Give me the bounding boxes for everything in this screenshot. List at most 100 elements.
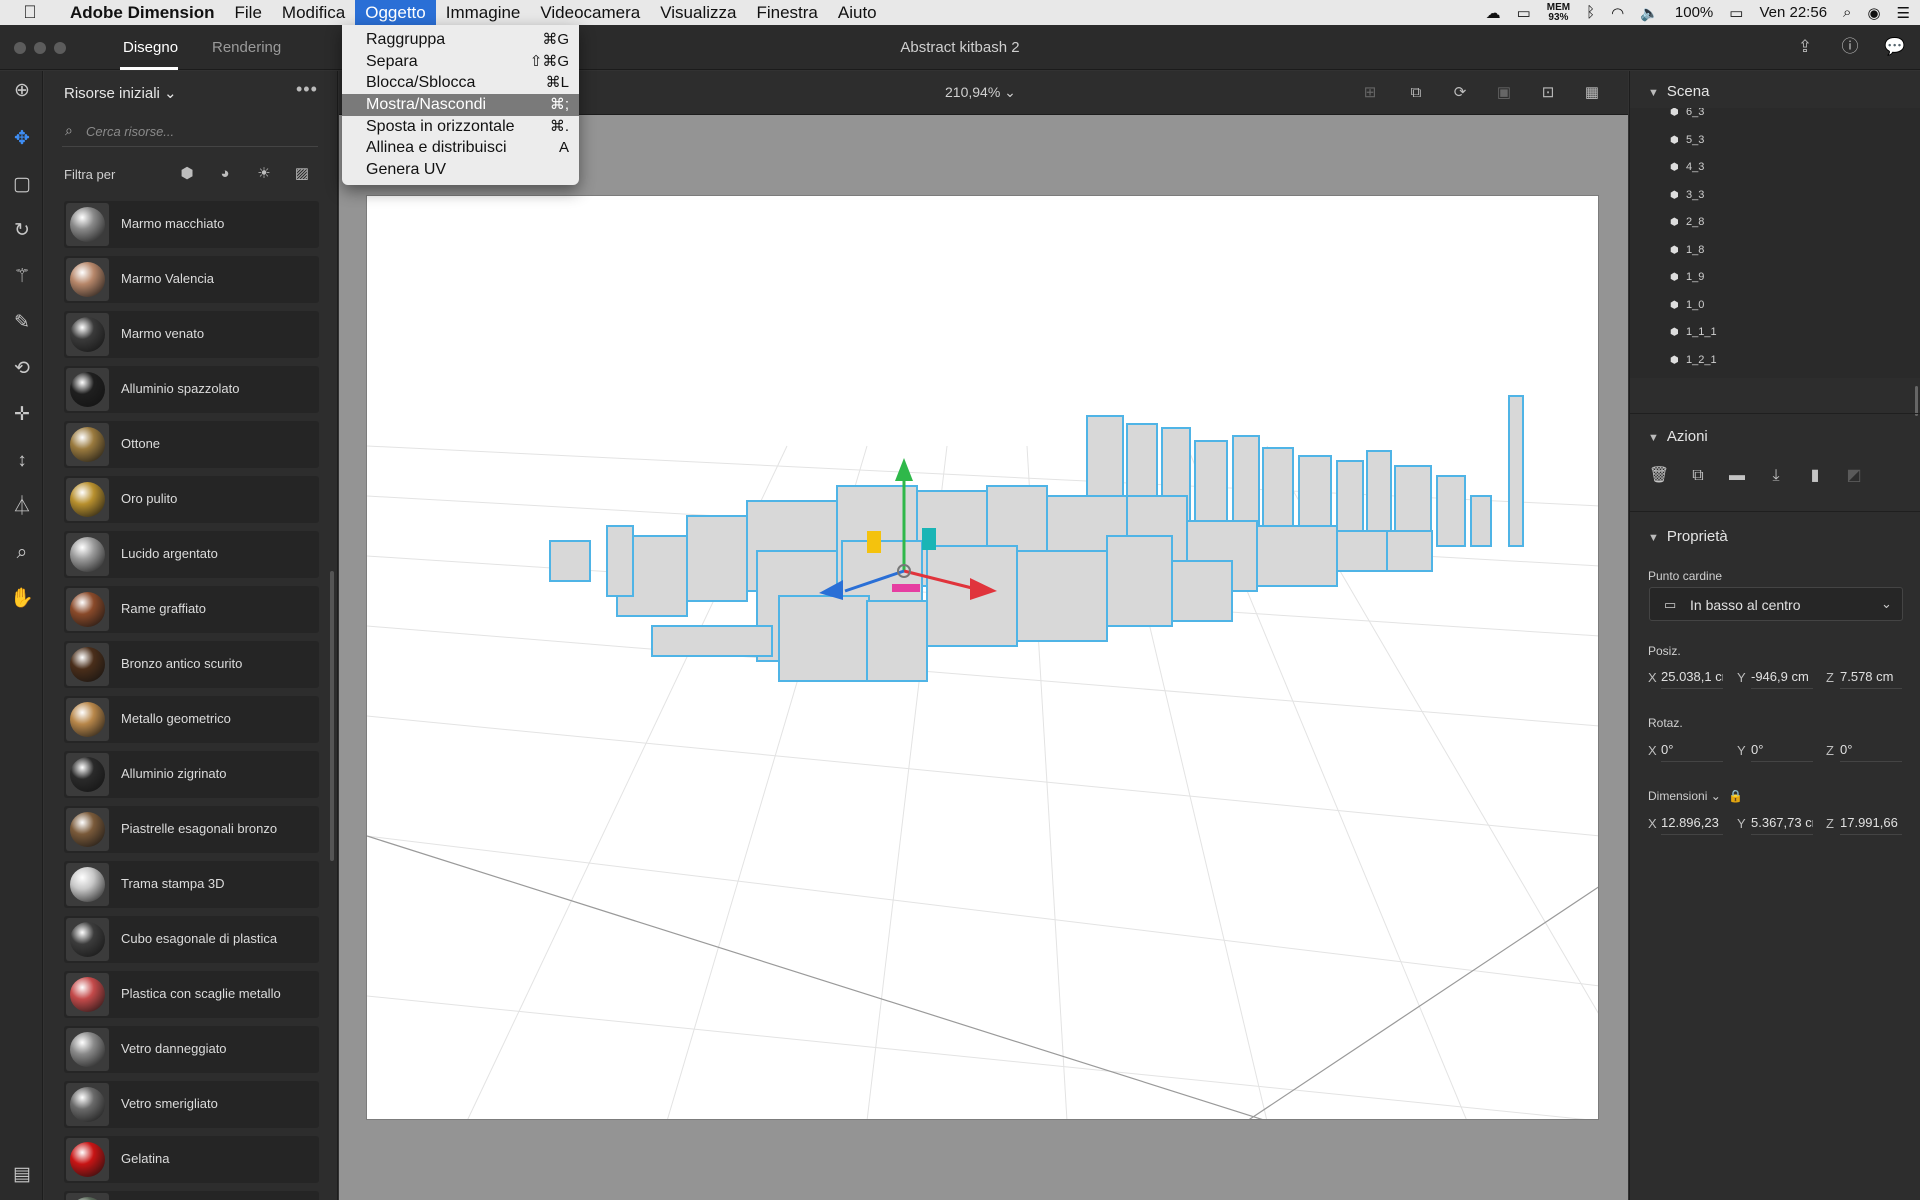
scene-item[interactable]: ⬢ 4_3	[1670, 161, 1704, 173]
snap-icon[interactable]: ⧉	[1405, 82, 1427, 104]
menu-item-blocca-sblocca[interactable]: Blocca/Sblocca ⌘L	[342, 72, 579, 94]
align-icon[interactable]: ▮	[1804, 465, 1826, 487]
clock[interactable]: Ven 22:56	[1759, 4, 1827, 21]
texture-icon[interactable]: ◩	[1843, 465, 1865, 487]
tab-render[interactable]: Rendering	[212, 39, 281, 56]
asset-item[interactable]	[64, 1191, 319, 1200]
rotation-y-field[interactable]: 0°	[1751, 742, 1813, 762]
spotlight-search-icon[interactable]: ⌕	[1843, 4, 1851, 21]
feedback-icon[interactable]: 💬	[1883, 35, 1907, 59]
delete-icon[interactable]: 🗑	[1648, 465, 1670, 487]
libraries-icon[interactable]: ▤	[8, 1161, 36, 1189]
menu-item-sposta-orizzontale[interactable]: Sposta in orizzontale ⌘.	[342, 116, 579, 138]
scene-section-header[interactable]: ▼ Scena	[1648, 83, 1709, 100]
position-y-field[interactable]: -946,9 cm	[1751, 669, 1813, 689]
menu-item-allinea-distribuisci[interactable]: Allinea e distribuisci A	[342, 137, 579, 159]
memory-indicator[interactable]: MEM 93%	[1547, 2, 1570, 23]
scene-item[interactable]: ⬢ 1_9	[1670, 271, 1704, 283]
asset-item[interactable]: Vetro danneggiato	[64, 1026, 319, 1073]
scene-scrollbar[interactable]	[1915, 386, 1918, 416]
zoom-tool-icon[interactable]: ⌕	[8, 539, 36, 567]
asset-item[interactable]: Metallo geometrico	[64, 696, 319, 743]
bluetooth-icon[interactable]: ᛒ	[1586, 4, 1595, 21]
control-center-icon[interactable]: ☰	[1897, 4, 1910, 22]
creative-cloud-icon[interactable]: ☁	[1486, 4, 1501, 22]
menu-oggetto[interactable]: Oggetto	[355, 0, 436, 25]
pan-camera-tool-icon[interactable]: ✛	[8, 401, 36, 429]
asset-item[interactable]: Marmo Valencia	[64, 256, 319, 303]
add-camera-icon[interactable]: ⊡	[1537, 82, 1559, 104]
dimension-y-field[interactable]: 5.367,73 cm	[1751, 815, 1813, 835]
asset-search-input[interactable]	[86, 119, 306, 143]
window-zoom-button[interactable]	[54, 42, 66, 54]
menu-modifica[interactable]: Modifica	[272, 0, 355, 25]
rotate-tool-icon[interactable]: ↻	[8, 217, 36, 245]
scene-item[interactable]: ⬢ 6_3	[1670, 108, 1704, 118]
render-preview-icon[interactable]: ▦	[1581, 82, 1603, 104]
group-folder-icon[interactable]: ▬	[1726, 465, 1748, 487]
menu-finestra[interactable]: Finestra	[746, 0, 827, 25]
tab-design[interactable]: Disegno	[123, 39, 178, 56]
scene-item[interactable]: ⬢ 1_1_1	[1670, 326, 1717, 338]
rotation-x-field[interactable]: 0°	[1661, 742, 1723, 762]
filter-lights-icon[interactable]: ☀	[253, 163, 275, 185]
menu-immagine[interactable]: Immagine	[436, 0, 531, 25]
volume-icon[interactable]: 🔈	[1640, 4, 1659, 22]
position-x-field[interactable]: 25.038,1 cm	[1661, 669, 1723, 689]
hand-tool-icon[interactable]: ✋	[8, 585, 36, 613]
help-icon[interactable]: ⓘ	[1838, 35, 1862, 59]
dolly-tool-icon[interactable]: ↕	[8, 447, 36, 475]
display-icon[interactable]: ▭	[1517, 4, 1531, 22]
asset-item[interactable]: Vetro smerigliato	[64, 1081, 319, 1128]
horizon-tool-icon[interactable]: ⏃	[8, 493, 36, 521]
orbit-tool-icon[interactable]: ⟲	[8, 355, 36, 383]
assets-scrollbar[interactable]	[330, 571, 334, 861]
asset-item[interactable]: Rame graffiato	[64, 586, 319, 633]
menu-file[interactable]: File	[225, 0, 272, 25]
filter-materials-icon[interactable]: ◕	[214, 163, 236, 185]
menu-visualizza[interactable]: Visualizza	[650, 0, 746, 25]
drop-to-ground-icon[interactable]: ⤓	[1765, 465, 1787, 487]
zoom-dropdown[interactable]: 210,94% ⌄	[945, 84, 1016, 101]
asset-item[interactable]: Plastica con scaglie metallo	[64, 971, 319, 1018]
dimension-x-field[interactable]: 12.896,23	[1661, 815, 1723, 835]
asset-item[interactable]: Marmo macchiato	[64, 201, 319, 248]
add-icon[interactable]: ⊕	[8, 77, 36, 105]
scene-item[interactable]: ⬢ 2_8	[1670, 216, 1704, 228]
asset-item[interactable]: Alluminio spazzolato	[64, 366, 319, 413]
dimension-z-field[interactable]: 17.991,66 cm	[1840, 815, 1902, 835]
asset-item[interactable]: Bronzo antico scurito	[64, 641, 319, 688]
asset-item[interactable]: Piastrelle esagonali bronzo	[64, 806, 319, 853]
actions-section-header[interactable]: ▼ Azioni	[1648, 428, 1708, 445]
3d-viewport[interactable]	[366, 195, 1599, 1120]
apple-icon[interactable]: 	[0, 2, 60, 23]
asset-item[interactable]: Marmo venato	[64, 311, 319, 358]
camera-bookmark-icon[interactable]: ⟳	[1449, 82, 1471, 104]
properties-section-header[interactable]: ▼ Proprietà	[1648, 528, 1728, 545]
share-icon[interactable]: ⇪	[1793, 35, 1817, 59]
select-box-tool-icon[interactable]: ▢	[8, 171, 36, 199]
window-close-button[interactable]	[14, 42, 26, 54]
wifi-icon[interactable]: ◠	[1611, 4, 1624, 22]
menu-aiuto[interactable]: Aiuto	[828, 0, 887, 25]
window-minimize-button[interactable]	[34, 42, 46, 54]
menu-item-raggruppa[interactable]: Raggruppa ⌘G	[342, 29, 579, 51]
more-options-icon[interactable]: •••	[296, 79, 318, 100]
chevron-down-icon[interactable]: ⌄	[1711, 789, 1721, 803]
duplicate-icon[interactable]: ⧉	[1687, 465, 1709, 487]
menu-item-genera-uv[interactable]: Genera UV	[342, 159, 579, 181]
select-move-tool-icon[interactable]: ✥	[8, 125, 36, 153]
scene-item[interactable]: ⬢ 1_8	[1670, 244, 1704, 256]
menu-app-name[interactable]: Adobe Dimension	[60, 0, 225, 25]
camera-icon[interactable]: ▣	[1493, 82, 1515, 104]
lock-icon[interactable]: 🔒	[1728, 789, 1743, 803]
frame-icon[interactable]: ⊞	[1359, 82, 1381, 104]
asset-item[interactable]: Cubo esagonale di plastica	[64, 916, 319, 963]
scene-item[interactable]: ⬢ 5_3	[1670, 134, 1704, 146]
asset-item[interactable]: Gelatina	[64, 1136, 319, 1183]
magic-wand-tool-icon[interactable]: ⚚	[8, 263, 36, 291]
asset-item[interactable]: Trama stampa 3D	[64, 861, 319, 908]
scene-item[interactable]: ⬢ 1_0	[1670, 299, 1704, 311]
filter-models-icon[interactable]: ⬢	[176, 163, 198, 185]
filter-images-icon[interactable]: ▨	[291, 163, 313, 185]
